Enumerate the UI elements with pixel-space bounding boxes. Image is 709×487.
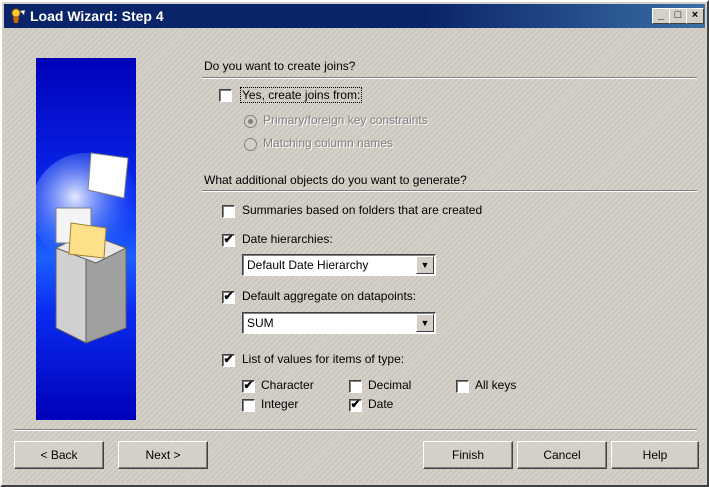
button-divider xyxy=(14,429,697,431)
date-hierarchy-select[interactable]: Default Date Hierarchy ▼ xyxy=(242,254,436,276)
type-all-keys-checkbox[interactable] xyxy=(456,380,469,393)
create-joins-label[interactable]: Yes, create joins from: xyxy=(240,87,363,103)
date-hierarchy-value: Default Date Hierarchy xyxy=(247,258,369,272)
list-of-values-label: List of values for items of type: xyxy=(242,352,405,366)
wizard-body: Do you want to create joins? Yes, create… xyxy=(4,28,705,483)
primary-foreign-key-label: Primary/foreign key constraints xyxy=(263,113,428,127)
type-all-keys-label: All keys xyxy=(475,378,517,392)
type-character-checkbox[interactable]: ✔ xyxy=(242,378,255,393)
chevron-down-icon[interactable]: ▼ xyxy=(416,256,434,274)
type-integer-label: Integer xyxy=(261,397,299,411)
create-joins-checkbox[interactable] xyxy=(219,89,232,102)
aggregate-select[interactable]: SUM ▼ xyxy=(242,312,436,334)
check-icon: ✔ xyxy=(223,352,234,366)
close-button[interactable]: × xyxy=(686,8,704,24)
title-bar[interactable]: Load Wizard: Step 4 _ □ × xyxy=(4,4,705,28)
check-icon: ✔ xyxy=(243,378,254,392)
check-icon: ✔ xyxy=(223,232,234,246)
next-button[interactable]: Next > xyxy=(118,441,208,469)
list-of-values-checkbox[interactable]: ✔ xyxy=(222,352,235,367)
radio-selected-dot xyxy=(248,119,253,124)
default-aggregate-checkbox[interactable]: ✔ xyxy=(222,289,235,304)
summaries-checkbox[interactable] xyxy=(222,205,235,218)
type-decimal-checkbox[interactable] xyxy=(349,380,362,393)
chevron-down-icon[interactable]: ▼ xyxy=(416,314,434,332)
back-button[interactable]: < Back xyxy=(14,441,104,469)
matching-column-names-radio[interactable] xyxy=(244,138,257,151)
primary-foreign-key-radio[interactable] xyxy=(244,115,257,128)
type-integer-checkbox[interactable] xyxy=(242,399,255,412)
type-decimal-label: Decimal xyxy=(368,378,412,392)
wizard-icon xyxy=(10,8,26,24)
finish-button[interactable]: Finish xyxy=(423,441,513,469)
check-icon: ✔ xyxy=(223,289,234,303)
help-button[interactable]: Help xyxy=(611,441,699,469)
date-hierarchies-label: Date hierarchies: xyxy=(242,232,333,246)
cancel-button[interactable]: Cancel xyxy=(517,441,607,469)
joins-question: Do you want to create joins? xyxy=(204,59,356,73)
joins-divider xyxy=(202,77,697,79)
maximize-button[interactable]: □ xyxy=(669,8,687,24)
summaries-label: Summaries based on folders that are crea… xyxy=(242,203,483,217)
type-date-checkbox[interactable]: ✔ xyxy=(349,397,362,412)
minimize-button[interactable]: _ xyxy=(652,8,670,24)
wizard-art-panel xyxy=(31,58,141,420)
type-date-label: Date xyxy=(368,397,394,411)
matching-column-names-label: Matching column names xyxy=(263,136,394,150)
default-aggregate-label: Default aggregate on datapoints: xyxy=(242,289,417,303)
objects-question: What additional objects do you want to g… xyxy=(204,173,467,187)
date-hierarchies-checkbox[interactable]: ✔ xyxy=(222,232,235,247)
objects-divider xyxy=(202,190,697,192)
load-wizard-window: Load Wizard: Step 4 _ □ × Do you want to… xyxy=(0,0,709,487)
aggregate-value: SUM xyxy=(247,316,274,330)
type-character-label: Character xyxy=(261,378,314,392)
window-title: Load Wizard: Step 4 xyxy=(30,8,164,24)
check-icon: ✔ xyxy=(350,397,361,411)
